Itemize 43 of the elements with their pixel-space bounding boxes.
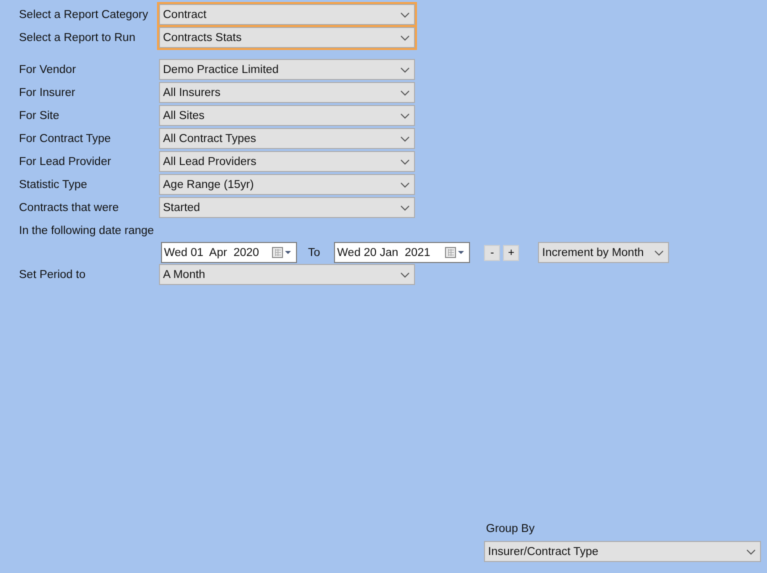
field-label: Set Period to (18, 268, 86, 280)
chevron-icon (400, 66, 410, 72)
field-label: Select a Report to Run (18, 32, 136, 44)
field-label: Contracts that were (18, 202, 120, 214)
chevron-icon (400, 90, 410, 96)
dropdown[interactable]: Age Range (15yr) (159, 174, 415, 195)
chevron-icon (400, 272, 410, 278)
field-label: Select a Report Category (18, 8, 150, 20)
dropdown[interactable]: Demo Practice Limited (159, 59, 415, 80)
dropdown[interactable]: Increment by Month (538, 242, 670, 263)
field-label: For Insurer (18, 86, 76, 98)
chevron-icon (654, 250, 664, 256)
step-button[interactable]: + (503, 244, 520, 260)
dropdown[interactable]: Contract (159, 4, 415, 25)
chevron-icon (400, 158, 410, 164)
field-label: Statistic Type (18, 178, 88, 190)
chevron-icon (400, 182, 410, 188)
chevron-icon (400, 34, 410, 40)
chevron-icon (400, 12, 410, 18)
chevron-icon (400, 204, 410, 210)
dropdown[interactable]: Started (159, 197, 415, 218)
dropdown[interactable]: Insurer/Contract Type (484, 541, 761, 562)
field-label: In the following date range (18, 225, 155, 239)
calendar-icon (272, 247, 292, 258)
chevron-icon (400, 112, 410, 118)
chevron-icon (400, 136, 410, 142)
field-label: Group By (485, 523, 536, 535)
dropdown[interactable]: Contracts Stats (159, 27, 415, 48)
dropdown[interactable]: All Insurers (159, 82, 415, 103)
field-label: For Site (18, 110, 60, 122)
field-label: For Contract Type (18, 132, 112, 144)
to-label: To (308, 246, 320, 258)
dropdown[interactable]: All Sites (159, 105, 415, 126)
field-label: For Lead Provider (18, 156, 112, 168)
chevron-icon (746, 548, 756, 554)
dropdown[interactable]: A Month (159, 264, 415, 285)
dropdown[interactable]: All Contract Types (159, 128, 415, 149)
date-picker[interactable]: Wed 20 Jan 2021 (334, 242, 470, 263)
date-picker[interactable]: Wed 01 Apr 2020 (161, 242, 297, 263)
field-label: For Vendor (18, 64, 77, 76)
calendar-icon (445, 247, 466, 258)
dropdown[interactable]: All Lead Providers (159, 151, 415, 172)
step-button[interactable]: - (484, 244, 500, 260)
